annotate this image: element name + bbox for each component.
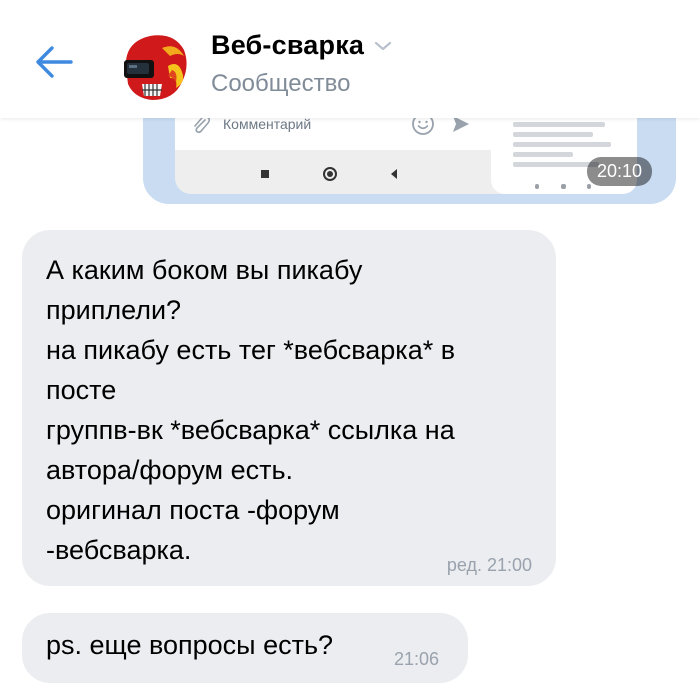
message-time: 21:06 bbox=[394, 649, 440, 669]
back-button[interactable] bbox=[28, 36, 80, 88]
comment-placeholder: Комментарий bbox=[223, 116, 312, 132]
message-text: А каким боком вы пикабу приплели? на пик… bbox=[46, 255, 456, 565]
blur-line bbox=[513, 142, 611, 147]
chevron-down-icon bbox=[375, 41, 392, 50]
community-title: Веб-сварка bbox=[211, 30, 365, 60]
blur-line bbox=[561, 184, 566, 189]
community-subtitle: Сообщество bbox=[211, 70, 351, 97]
attachment-time: 20:10 bbox=[587, 157, 653, 186]
message-time: ред. 21:00 bbox=[446, 555, 532, 575]
chat-header: Веб-сварка Сообщество bbox=[0, 0, 700, 118]
blur-line bbox=[535, 184, 539, 189]
home-icon bbox=[323, 167, 337, 181]
message-bubble[interactable]: ps. еще вопросы есть? 21:06 bbox=[22, 613, 468, 683]
recent-apps-icon bbox=[261, 170, 269, 178]
nav-back-icon bbox=[391, 169, 397, 179]
message-bubble[interactable]: А каким боком вы пикабу приплели? на пик… bbox=[22, 230, 556, 586]
community-avatar[interactable] bbox=[116, 26, 196, 106]
blur-line bbox=[513, 122, 605, 127]
message-text: ps. еще вопросы есть? bbox=[46, 630, 334, 660]
blur-line bbox=[513, 152, 573, 157]
blur-line bbox=[513, 162, 599, 167]
blur-line bbox=[587, 184, 591, 189]
blur-line bbox=[513, 132, 593, 137]
community-title-button[interactable]: Веб-сварка bbox=[211, 30, 392, 61]
avatar-image bbox=[116, 26, 196, 106]
arrow-left-icon bbox=[36, 46, 73, 78]
